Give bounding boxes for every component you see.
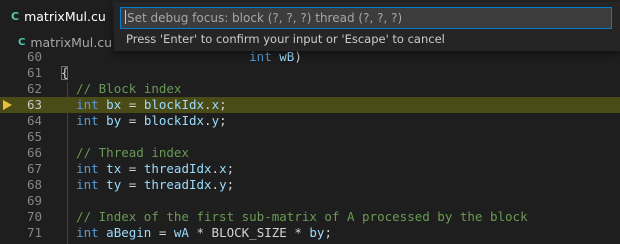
- line-number: 67: [26, 161, 42, 176]
- cuda-file-icon: C: [18, 36, 26, 48]
- code-token: blockIdx: [143, 113, 205, 128]
- quick-input-widget: Set debug focus: block (?, ?, ?) thread …: [114, 2, 620, 51]
- quick-input-message: Press 'Enter' to confirm your input or '…: [126, 32, 445, 46]
- code-token: // Thread index: [76, 145, 189, 160]
- line-number: 63: [26, 97, 42, 112]
- code-text: int tx = threadIdx.x;: [61, 161, 234, 177]
- code-token: by: [309, 225, 325, 240]
- debug-focus-placeholder: Set debug focus: block (?, ?, ?) thread …: [127, 11, 403, 25]
- line-number: 69: [26, 193, 42, 208]
- code-line[interactable]: 61{: [0, 65, 620, 81]
- code-text: // Block index: [61, 81, 181, 97]
- code-token: =: [121, 97, 144, 112]
- code-token: x: [211, 97, 220, 112]
- code-line[interactable]: 65: [0, 129, 620, 145]
- line-number: 64: [26, 113, 42, 128]
- line-number: 62: [26, 81, 42, 96]
- code-token: =: [121, 113, 144, 128]
- tab-title: matrixMul.cu: [24, 9, 106, 24]
- code-line[interactable]: 69: [0, 193, 620, 209]
- code-token: ;: [219, 97, 227, 112]
- code-token: aBegin: [106, 225, 152, 240]
- code-token: // Index of the first sub-matrix of A pr…: [76, 209, 528, 224]
- line-number: 68: [26, 177, 42, 192]
- code-editor[interactable]: 60 int wB) 61{62 // Block index 63 int bx …: [0, 49, 620, 244]
- code-text: int by = blockIdx.y;: [61, 113, 227, 129]
- line-number: 70: [26, 209, 42, 224]
- code-line[interactable]: 62 // Block index: [0, 81, 620, 97]
- code-token: threadIdx: [143, 177, 212, 192]
- code-token: * BLOCK_SIZE *: [188, 225, 310, 240]
- code-token: =: [121, 161, 144, 176]
- code-token: wA: [173, 225, 189, 240]
- code-token: int: [76, 113, 99, 128]
- code-line[interactable]: 66 // Thread index: [0, 145, 620, 161]
- code-text: int aBegin = wA * BLOCK_SIZE * by;: [61, 225, 332, 241]
- code-token: bx: [106, 97, 122, 112]
- code-token: .: [204, 113, 212, 128]
- code-token: ;: [324, 225, 332, 240]
- code-token: int: [249, 49, 272, 64]
- code-text: int ty = threadIdx.y;: [61, 177, 234, 193]
- code-token: ty: [106, 177, 122, 192]
- line-number: 61: [26, 65, 42, 80]
- code-token: y: [219, 177, 227, 192]
- code-token: ;: [226, 177, 235, 192]
- code-token: .: [211, 177, 220, 192]
- code-token: int: [76, 225, 99, 240]
- code-token: y: [211, 113, 220, 128]
- code-token: wB: [279, 49, 295, 64]
- bracket-match-marker: [61, 66, 68, 80]
- code-text: // Thread index: [61, 145, 189, 161]
- code-line[interactable]: 63 int bx = blockIdx.x;: [0, 97, 620, 113]
- line-number: 65: [26, 129, 42, 144]
- code-token: // Block index: [76, 81, 182, 96]
- code-line[interactable]: 67 int tx = threadIdx.x;: [0, 161, 620, 177]
- line-number: 66: [26, 145, 42, 160]
- debug-focus-input[interactable]: Set debug focus: block (?, ?, ?) thread …: [120, 7, 612, 29]
- code-line[interactable]: 70 // Index of the first sub-matrix of A…: [0, 209, 620, 225]
- code-text: // Index of the first sub-matrix of A pr…: [61, 209, 528, 225]
- code-token: int: [76, 161, 99, 176]
- code-line[interactable]: 64 int by = blockIdx.y;: [0, 113, 620, 129]
- code-token: int: [76, 177, 99, 192]
- code-token: .: [204, 97, 212, 112]
- code-token: x: [219, 161, 227, 176]
- code-text: int wB): [61, 49, 302, 65]
- breadcrumb-file[interactable]: matrixMul.cu: [30, 35, 112, 50]
- code-token: int: [76, 97, 99, 112]
- code-token: threadIdx: [143, 161, 212, 176]
- line-number: 60: [26, 49, 42, 64]
- code-line[interactable]: 71 int aBegin = wA * BLOCK_SIZE * by;: [0, 225, 620, 241]
- cuda-file-icon: C: [11, 10, 20, 23]
- code-token: tx: [106, 161, 122, 176]
- code-token: ): [294, 49, 302, 64]
- text-caret: [125, 10, 126, 24]
- code-line[interactable]: 68 int ty = threadIdx.y;: [0, 177, 620, 193]
- code-text: int bx = blockIdx.x;: [61, 97, 227, 113]
- line-number: 71: [26, 225, 42, 240]
- tab-matrixmul[interactable]: C matrixMul.cu: [0, 0, 112, 33]
- code-token: .: [211, 161, 220, 176]
- code-token: by: [106, 113, 122, 128]
- code-token: =: [151, 225, 174, 240]
- code-token: ;: [226, 161, 235, 176]
- code-token: ;: [219, 113, 227, 128]
- code-line[interactable]: 60 int wB): [0, 49, 620, 65]
- code-token: blockIdx: [143, 97, 205, 112]
- code-token: =: [121, 177, 144, 192]
